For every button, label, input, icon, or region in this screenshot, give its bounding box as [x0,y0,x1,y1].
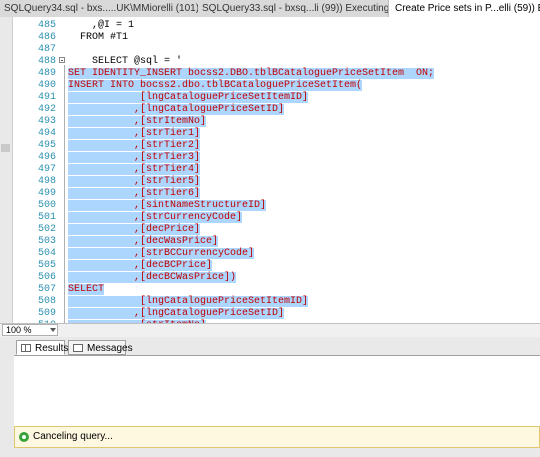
line-number: 489 [37,68,56,79]
zoom-value: 100 % [6,325,32,335]
line-number: 504 [37,248,56,259]
code-text: ,[strTier4] [68,164,201,175]
results-pane: Results Messages Canceling query... [0,337,540,457]
executing-icon [19,432,29,442]
line-number: 486 [37,32,56,43]
messages-tab-label: Messages [87,343,133,354]
code-line[interactable]: 495 ,[strTier2] [14,140,201,152]
code-text: SELECT @sql = ' [68,56,183,67]
code-line[interactable]: 487 [14,44,68,56]
line-number: 497 [37,164,56,175]
line-number: 490 [37,80,56,91]
code-text: ,[strBCCurrencyCode] [68,248,255,259]
code-text: FROM #T1 [68,32,129,43]
line-number: 498 [37,176,56,187]
line-number: 492 [37,104,56,115]
line-number: 487 [37,44,56,55]
line-number: 496 [37,152,56,163]
code-text: ,[decBCPrice] [68,260,213,271]
code-text: ,[strItemNo] [68,116,207,127]
tab-messages[interactable]: Messages [68,340,133,355]
line-number: 503 [37,236,56,247]
code-text: [lngCataloguePriceSetItemID] [68,92,309,103]
code-text: ,[decWasPrice] [68,236,219,247]
code-line[interactable]: 509 ,[lngCataloguePriceSetID] [14,308,285,320]
code-text: ,[decBCWasPrice]) [68,272,237,283]
code-text: ,[strTier6] [68,188,201,199]
code-text: ,[strCurrencyCode] [68,212,243,223]
code-line[interactable]: 491 [lngCataloguePriceSetItemID] [14,92,309,104]
code-text: SET IDENTITY_INSERT bocss2.DBO.tblBCatal… [68,68,435,79]
line-number: 488 [37,56,56,67]
code-text: ,[strTier1] [68,128,201,139]
code-text: ,[lngCataloguePriceSetID] [68,308,285,319]
code-line[interactable]: 503 ,[decWasPrice] [14,236,219,248]
code-line[interactable]: 502 ,[decPrice] [14,224,201,236]
query-status-text: Canceling query... [33,431,113,442]
line-number: 508 [37,296,56,307]
editor-status-row: 100 % [0,323,540,338]
results-tab-label: Results [35,343,69,354]
line-number: 505 [37,260,56,271]
line-number: 494 [37,128,56,139]
line-number: 500 [37,200,56,211]
code-text: ,[strTier3] [68,152,201,163]
code-line[interactable]: 499 ,[strTier6] [14,188,201,200]
code-text: ,[sintNameStructureID] [68,200,267,211]
line-number: 495 [37,140,56,151]
code-text: [lngCataloguePriceSetItemID] [68,296,309,307]
line-number: 499 [37,188,56,199]
document-tab-bar: SQLQuery34.sql - bxs.....UK\MMiorelli (1… [0,0,540,17]
line-number: 509 [37,308,56,319]
code-line[interactable]: 501 ,[strCurrencyCode] [14,212,243,224]
grid-icon [21,344,31,352]
code-line[interactable]: 490 INSERT INTO bocss2.dbo.tblBCatalogueP… [14,80,363,92]
line-number: 507 [37,284,56,295]
code-text: ,[lngCataloguePriceSetID] [68,104,285,115]
line-number: 493 [37,116,56,127]
tab-create-price-sets[interactable]: Create Price sets in P...elli (59)) Exec… [388,0,540,17]
code-line[interactable]: 506 ,[decBCWasPrice]) [14,272,237,284]
code-line[interactable]: 497 ,[strTier4] [14,164,201,176]
collapse-icon[interactable] [59,57,65,64]
zoom-dropdown[interactable]: 100 % [2,324,58,336]
code-text: ,@I = 1 [68,20,135,31]
line-number: 501 [37,212,56,223]
editor-gutter [0,17,13,323]
code-text: INSERT INTO bocss2.dbo.tblBCataloguePric… [68,80,363,91]
code-line[interactable]: 505 ,[decBCPrice] [14,260,213,272]
code-line[interactable]: 496 ,[strTier3] [14,152,201,164]
query-status-bar: Canceling query... [14,426,540,448]
tab-results[interactable]: Results [16,340,69,355]
gutter-marker [1,144,10,152]
line-number: 506 [37,272,56,283]
code-line[interactable]: 485 ,@I = 1 [14,20,134,32]
code-line[interactable]: 494 ,[strTier1] [14,128,201,140]
code-line[interactable]: 498 ,[strTier5] [14,176,201,188]
results-area [14,355,540,426]
code-text: ,[strTier5] [68,176,201,187]
sql-editor[interactable]: 485 ,@I = 1 486 FROM #T1 487 488 SELECT @sq… [0,17,540,323]
line-number: 491 [37,92,56,103]
code-line[interactable]: 493 ,[strItemNo] [14,116,207,128]
code-line[interactable]: 492 ,[lngCataloguePriceSetID] [14,104,285,116]
code-line[interactable]: 508 [lngCataloguePriceSetItemID] [14,296,309,308]
code-line[interactable]: 486 FROM #T1 [14,32,128,44]
code-text: ,[strTier2] [68,140,201,151]
code-text: ,[decPrice] [68,224,201,235]
code-text: SELECT [68,284,105,295]
messages-icon [73,344,83,352]
chevron-down-icon [50,328,56,332]
code-line[interactable]: 504 ,[strBCCurrencyCode] [14,248,255,260]
tab-sqlquery33[interactable]: SQLQuery33.sql - bxsq...li (99)) Executi… [198,0,388,17]
code-line[interactable]: 488 SELECT @sql = ' [14,56,182,68]
code-line[interactable]: 489 SET IDENTITY_INSERT bocss2.DBO.tblBCa… [14,68,435,80]
line-number: 502 [37,224,56,235]
code-line[interactable]: 500 ,[sintNameStructureID] [14,200,267,212]
code-line[interactable]: 507 SELECT [14,284,105,296]
line-number: 485 [37,20,56,31]
tab-sqlquery34[interactable]: SQLQuery34.sql - bxs.....UK\MMiorelli (1… [0,0,198,17]
